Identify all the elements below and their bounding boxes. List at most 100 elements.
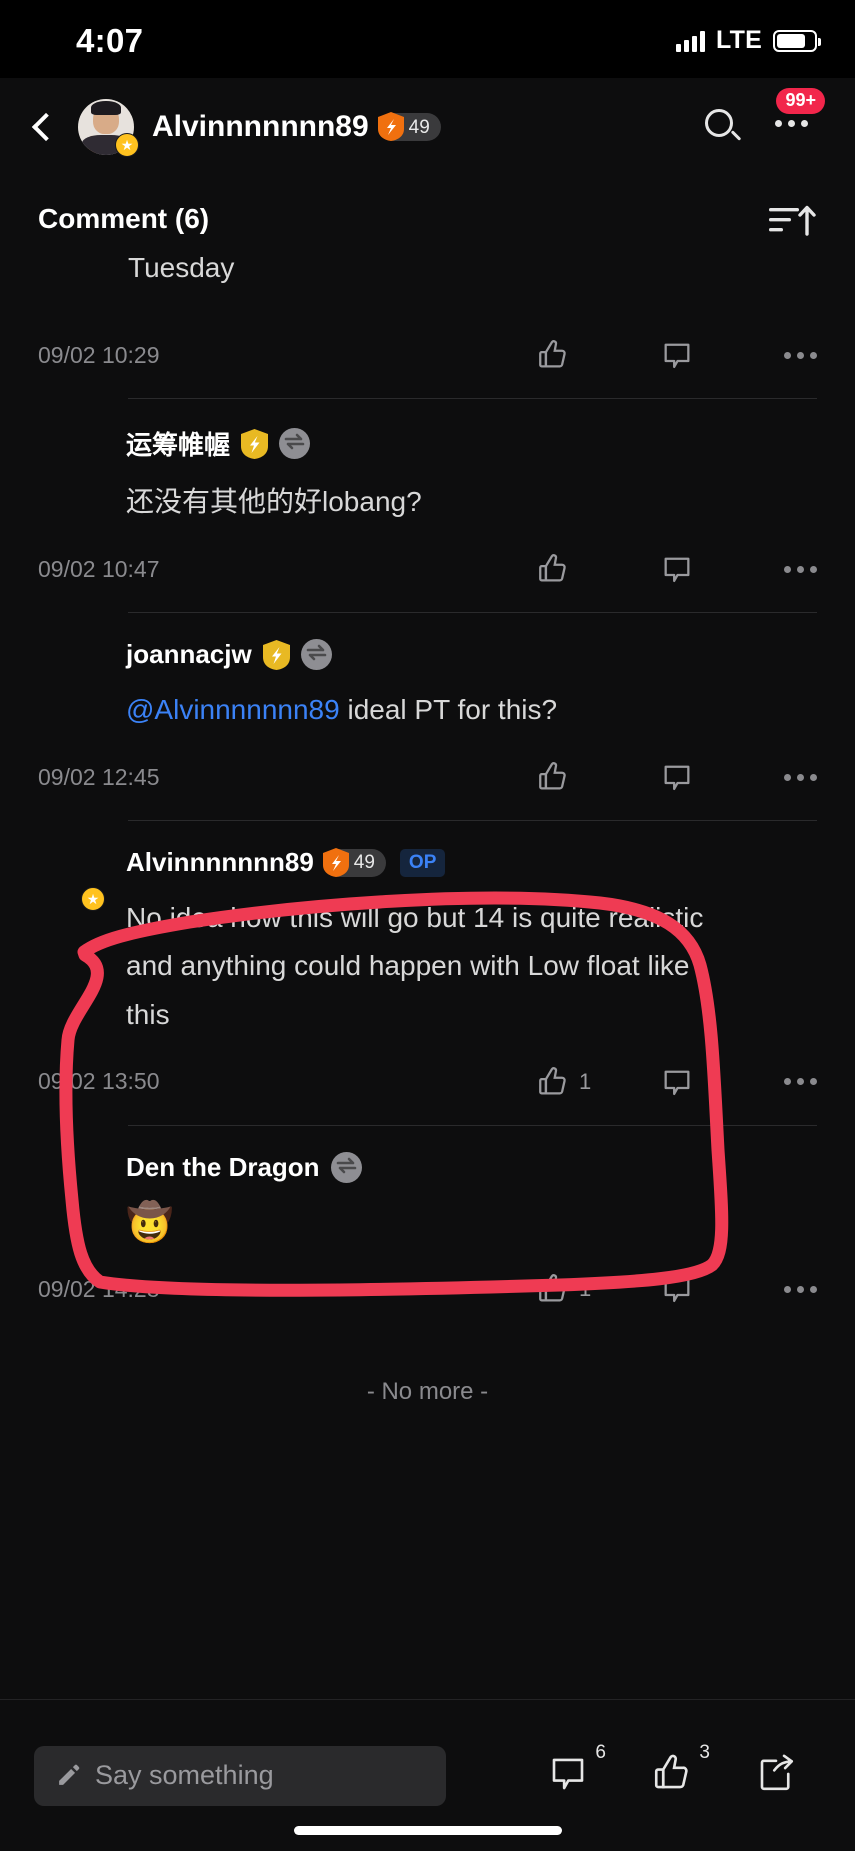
comment-text: Tuesday: [128, 254, 235, 283]
share-icon: [760, 1754, 794, 1791]
nav-right-actions: 99+: [703, 88, 855, 148]
comment-text: @Alvinnnnnnn89 ideal PT for this?: [126, 686, 817, 734]
like-button[interactable]: [536, 552, 660, 586]
comment-bubble-icon: [664, 1070, 690, 1095]
comment-meta: 09/02 10:29: [38, 338, 817, 398]
more-options-button[interactable]: 99+: [775, 88, 825, 148]
op-badge: OP: [399, 848, 446, 877]
thumbs-up-icon: [539, 762, 566, 790]
bottom-comment-button[interactable]: 6: [547, 1742, 606, 1799]
avatar[interactable]: ★: [38, 847, 105, 912]
nav-level-badge: 49: [377, 112, 441, 141]
comment-author-row: 运筹帷幄: [126, 425, 817, 462]
battery-icon: [773, 29, 821, 52]
comment-meta: 09/02 13:50 1: [38, 1065, 817, 1125]
comment-meta: 09/02 12:45: [38, 760, 817, 820]
comment-more-button[interactable]: [784, 351, 817, 359]
more-horizontal-icon: [775, 120, 808, 127]
search-icon[interactable]: [703, 107, 743, 147]
comment-text-body: ideal PT for this?: [339, 694, 558, 726]
comment-author-name[interactable]: Alvinnnnnnn89: [126, 847, 314, 878]
sort-ascending-icon[interactable]: [767, 198, 817, 240]
status-bar-time: 4:07: [76, 22, 144, 59]
gray-lightning-badge-icon: [279, 428, 311, 459]
app-root: 4:07 LTE ★ Alvinnnnnnn89 49 99+ Comment …: [0, 0, 855, 1851]
comment-actions: 1: [536, 1065, 817, 1099]
comment-author-name[interactable]: 运筹帷幄: [126, 425, 230, 462]
comment-bubble-icon: [664, 343, 690, 369]
comment-list: Tuesday 09/02 10:29 运筹帷幄 还没有其他的好lobang? …: [0, 254, 855, 1440]
comment-text: 还没有其他的好lobang?: [126, 486, 422, 517]
gold-shield-icon: [241, 428, 269, 459]
like-button[interactable]: 1: [536, 1065, 660, 1099]
comment-meta: 09/02 10:47: [38, 552, 817, 612]
comment-bubble-icon: [664, 1278, 690, 1303]
comment-actions: [536, 552, 817, 586]
pencil-icon: [56, 1763, 81, 1788]
shield-icon: [322, 847, 349, 877]
author-level-badge: 49: [322, 847, 386, 877]
avatar[interactable]: [38, 639, 100, 701]
avatar[interactable]: [38, 1152, 100, 1214]
reply-button[interactable]: [660, 1272, 784, 1306]
thumbs-up-icon: [539, 1066, 566, 1095]
gray-lightning-badge-icon: [330, 1151, 362, 1183]
comment-author-row: joannacjw: [126, 639, 817, 671]
reply-button[interactable]: [660, 760, 784, 794]
more-horizontal-icon: [784, 565, 817, 573]
like-count: 1: [579, 1068, 592, 1094]
comment-timestamp: 09/02 10:47: [38, 555, 160, 582]
bottom-bar-actions: 6 3: [547, 1742, 821, 1799]
comment-more-button[interactable]: [784, 773, 817, 781]
comment-author-row: Den the Dragon: [126, 1151, 817, 1183]
comment-timestamp: 09/02 12:45: [38, 763, 160, 790]
comment-item: joannacjw @Alvinnnnnnn89 ideal PT for th…: [0, 613, 855, 822]
star-badge-icon: ★: [115, 133, 139, 157]
like-button[interactable]: [536, 338, 660, 372]
comment-count-title: Comment (6): [38, 203, 210, 234]
comment-actions: 1: [536, 1272, 817, 1306]
bottom-like-count: 3: [699, 1742, 710, 1763]
like-button[interactable]: [536, 760, 660, 794]
network-type-label: LTE: [716, 26, 762, 54]
back-button[interactable]: [14, 112, 78, 142]
comment-text: 🤠: [126, 1201, 174, 1244]
user-mention-link[interactable]: @Alvinnnnnnn89: [126, 694, 340, 725]
shield-icon: [377, 112, 404, 141]
comment-more-button[interactable]: [784, 1078, 817, 1086]
comment-item-highlighted: ★ Alvinnnnnnn89 49 OP No idea how this w…: [0, 821, 855, 1126]
more-horizontal-icon: [784, 1285, 817, 1293]
comment-actions: [536, 338, 817, 372]
gold-shield-icon: [262, 639, 290, 670]
reply-button[interactable]: [660, 338, 784, 372]
like-button[interactable]: 1: [536, 1272, 660, 1306]
comment-author-name[interactable]: joannacjw: [126, 639, 252, 670]
comment-more-button[interactable]: [784, 1285, 817, 1293]
say-something-input[interactable]: Say something: [34, 1745, 446, 1806]
status-bar: 4:07 LTE: [0, 0, 855, 78]
comment-item: 运筹帷幄 还没有其他的好lobang? 09/02 10:47: [0, 399, 855, 614]
status-bar-indicators: LTE: [676, 26, 821, 55]
nav-user-name[interactable]: Alvinnnnnnn89: [152, 110, 369, 144]
comment-more-button[interactable]: [784, 565, 817, 573]
thumbs-up-icon: [654, 1754, 688, 1789]
bottom-share-button[interactable]: [755, 1752, 797, 1799]
comment-bubble-icon: [664, 765, 690, 791]
author-level-number: 49: [353, 852, 375, 874]
nav-user-avatar[interactable]: ★: [78, 99, 139, 157]
reply-button[interactable]: [660, 1065, 784, 1099]
bottom-comment-count: 6: [595, 1742, 606, 1763]
bottom-like-button[interactable]: 3: [651, 1742, 710, 1799]
comment-bubble-icon: [552, 1758, 584, 1790]
end-of-list-label: - No more -: [366, 1378, 489, 1406]
avatar[interactable]: [38, 425, 100, 487]
comment-item: Den the Dragon 🤠 09/02 14:28 1: [0, 1126, 855, 1333]
navigation-bar: ★ Alvinnnnnnn89 49 99+: [0, 78, 855, 176]
reply-button[interactable]: [660, 552, 784, 586]
comment-timestamp: 09/02 14:28: [38, 1275, 160, 1302]
more-horizontal-icon: [784, 773, 817, 781]
more-horizontal-icon: [784, 1078, 817, 1086]
comment-timestamp: 09/02 13:50: [38, 1068, 160, 1095]
thumbs-up-icon: [539, 1274, 566, 1302]
comment-author-name[interactable]: Den the Dragon: [126, 1152, 320, 1183]
